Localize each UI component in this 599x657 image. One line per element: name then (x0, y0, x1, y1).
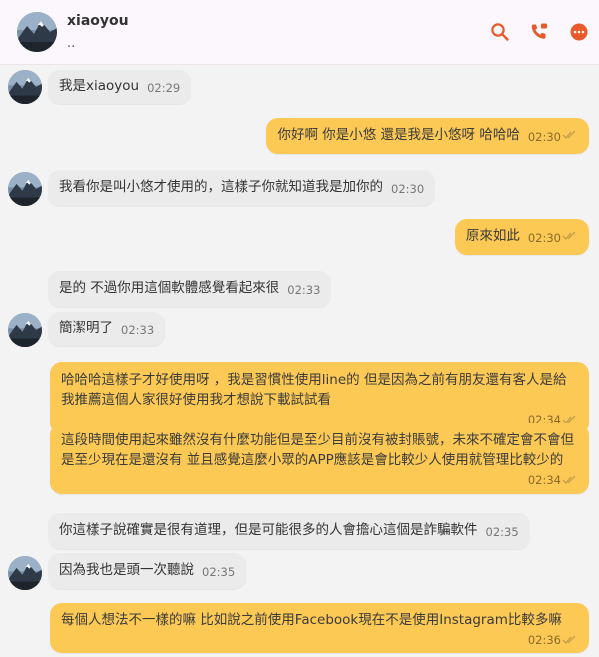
message-text: 是的 不過你用這個軟體感覺看起來很 (59, 280, 280, 296)
message-text: 你好啊 你是小悠 還是我是小悠呀 哈哈哈 (277, 127, 520, 143)
message-time: 02:33 (287, 283, 321, 297)
message-time: 02:29 (147, 81, 181, 95)
incoming-message[interactable]: 我是xiaoyou 02:29 (48, 70, 192, 104)
outgoing-message[interactable]: 你好啊 你是小悠 還是我是小悠呀 哈哈哈 02:30 (266, 118, 589, 154)
read-receipt-icon (562, 475, 576, 485)
message-time: 02:30 (391, 182, 425, 196)
message-time: 02:30 (527, 130, 561, 144)
sender-avatar[interactable] (8, 556, 42, 590)
incoming-message[interactable]: 簡潔明了 02:33 (48, 312, 166, 346)
message-text: 我看你是叫小悠才使用的，這樣子你就知道我是加你的 (59, 179, 383, 195)
chat-header: xiaoyou .. (0, 0, 599, 65)
message-text: 原來如此 (465, 228, 520, 244)
contact-name: xiaoyou (67, 13, 129, 29)
call-icon[interactable] (529, 22, 549, 42)
read-receipt-icon (562, 231, 576, 241)
outgoing-message[interactable]: 這段時間使用起來雖然沒有什麼功能但是至少目前沒有被封賬號，未來不確定會不會但是至… (50, 423, 589, 494)
incoming-message[interactable]: 你這樣子說確實是很有道理，但是可能很多的人會擔心這個是詐騙軟件 02:35 (48, 513, 530, 549)
message-text: 哈哈哈這樣子才好使用呀 ，我是習慣性使用line的 但是因為之前有朋友還有客人是… (61, 372, 567, 408)
message-time: 02:34 (527, 473, 561, 487)
message-time: 02:35 (485, 525, 519, 539)
read-receipt-icon (562, 635, 576, 645)
read-receipt-icon (562, 130, 576, 140)
incoming-message[interactable]: 我看你是叫小悠才使用的，這樣子你就知道我是加你的 02:30 (48, 170, 436, 206)
message-text: 你這樣子說確實是很有道理，但是可能很多的人會擔心這個是詐騙軟件 (59, 522, 478, 538)
outgoing-message[interactable]: 每個人想法不一樣的嘛 比如說之前使用Facebook現在不是使用Instagra… (50, 603, 589, 653)
message-text: 這段時間使用起來雖然沒有什麼功能但是至少目前沒有被封賬號，未來不確定會不會但是至… (61, 432, 574, 468)
incoming-message[interactable]: 因為我也是頭一次聽說 02:35 (48, 553, 247, 589)
outgoing-message[interactable]: 原來如此 02:30 (454, 219, 589, 255)
message-time: 02:30 (527, 231, 561, 245)
sender-avatar[interactable] (8, 172, 42, 206)
message-time: 02:33 (121, 323, 155, 337)
message-time: 02:36 (527, 633, 561, 647)
message-text: 因為我也是頭一次聽說 (59, 562, 194, 578)
contact-avatar[interactable] (17, 12, 57, 52)
contact-status: .. (67, 36, 76, 51)
sender-avatar[interactable] (8, 70, 42, 104)
sender-avatar[interactable] (8, 313, 42, 347)
incoming-message[interactable]: 是的 不過你用這個軟體感覺看起來很 02:33 (48, 271, 332, 307)
message-text: 每個人想法不一樣的嘛 比如說之前使用Facebook現在不是使用Instagra… (61, 612, 562, 628)
message-text: 我是xiaoyou (59, 78, 140, 94)
search-icon[interactable] (490, 22, 510, 42)
more-options-icon[interactable] (569, 22, 589, 42)
message-text: 簡潔明了 (59, 320, 113, 336)
message-time: 02:35 (202, 565, 236, 579)
